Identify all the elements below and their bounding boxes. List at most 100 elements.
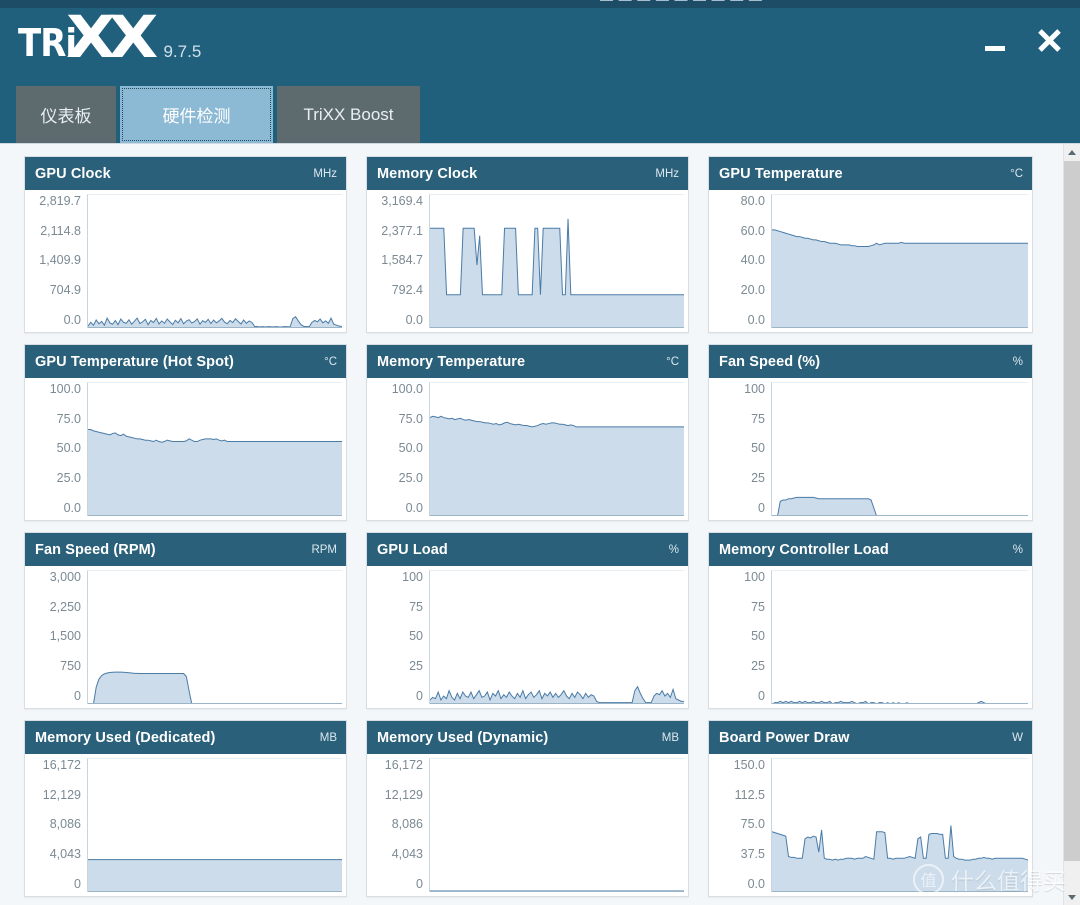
logo-text-xx: XX <box>66 3 158 71</box>
chart-panel-header: Memory Used (Dynamic) MB <box>367 721 688 754</box>
chart-y-axis: 100 75 50 25 0 <box>367 570 429 704</box>
chart-plot-area <box>87 194 342 328</box>
y-axis-tick: 75.0 <box>740 817 765 832</box>
y-axis-tick: 0.0 <box>747 876 765 891</box>
chart-title: GPU Clock <box>35 165 111 182</box>
chart-unit-label: % <box>1012 543 1023 556</box>
chart-title: Memory Controller Load <box>719 541 889 558</box>
chart-unit-label: MB <box>661 731 679 744</box>
chart-svg <box>772 571 1028 704</box>
scroll-up-button[interactable] <box>1064 144 1080 161</box>
y-axis-tick: 2,377.1 <box>381 223 423 238</box>
chart-area-fill <box>430 416 684 516</box>
chart-unit-label: °C <box>1010 167 1023 180</box>
y-axis-tick: 75.0 <box>56 411 81 426</box>
chart-area-fill <box>772 497 1028 516</box>
y-axis-tick: 112.5 <box>734 787 765 802</box>
y-axis-tick: 1,584.7 <box>381 253 423 268</box>
y-axis-tick: 0 <box>74 688 81 703</box>
chart-panel-body: 3,169.4 2,377.1 1,584.7 792.4 0.0 <box>367 190 688 332</box>
app-version-label: 9.7.5 <box>163 42 202 61</box>
chart-unit-label: RPM <box>311 543 337 556</box>
tab-2[interactable]: TriXX Boost <box>277 86 420 143</box>
tab-1[interactable]: 硬件检测 <box>120 86 273 143</box>
y-axis-tick: 792.4 <box>391 282 423 297</box>
chart-unit-label: MB <box>319 731 337 744</box>
chart-panel: GPU Clock MHz 2,819.7 2,114.8 1,409.9 704.9 0.… <box>24 156 347 333</box>
chart-plot-area <box>429 382 684 516</box>
chart-y-axis: 3,169.4 2,377.1 1,584.7 792.4 0.0 <box>367 194 429 328</box>
chart-panel-body: 100 75 50 25 0 <box>709 378 1032 520</box>
chart-title: GPU Temperature (Hot Spot) <box>35 353 234 370</box>
chart-svg <box>88 571 342 704</box>
y-axis-tick: 50.0 <box>398 441 423 456</box>
y-axis-tick: 75 <box>751 411 765 426</box>
content-scrollbar[interactable] <box>1063 144 1080 905</box>
chart-panel-header: GPU Temperature (Hot Spot) °C <box>25 345 346 378</box>
chart-panel-body: 16,172 12,129 8,086 4,043 0 <box>367 754 688 896</box>
y-axis-tick: 100 <box>744 570 765 584</box>
y-axis-tick: 12,129 <box>384 787 423 802</box>
y-axis-tick: 0 <box>74 876 81 891</box>
chart-svg <box>430 383 684 516</box>
up-arrow-icon <box>1068 150 1076 155</box>
chart-panel: Memory Temperature °C 100.0 75.0 50.0 25.0 0.0 <box>366 344 689 521</box>
chart-title: Memory Clock <box>377 165 478 182</box>
title-bar: TRi XX 9.7.5 <box>0 8 1080 86</box>
chart-y-axis: 16,172 12,129 8,086 4,043 0 <box>25 758 87 892</box>
close-icon <box>1036 28 1062 54</box>
chart-unit-label: °C <box>666 355 679 368</box>
chart-grid: GPU Clock MHz 2,819.7 2,114.8 1,409.9 704.9 0.… <box>0 144 1048 897</box>
y-axis-tick: 50 <box>751 629 765 644</box>
chart-y-axis: 100 75 50 25 0 <box>709 382 771 516</box>
chart-plot-area <box>771 758 1028 892</box>
y-axis-tick: 75 <box>409 599 423 614</box>
y-axis-tick: 100.0 <box>49 382 81 396</box>
y-axis-tick: 0 <box>758 688 765 703</box>
chart-panel: Fan Speed (%)% 100 75 50 25 0 <box>708 344 1033 521</box>
y-axis-tick: 25.0 <box>398 470 423 485</box>
chart-panel: Memory Used (Dedicated) MB 16,172 12,129 8,0… <box>24 720 347 897</box>
chart-y-axis: 16,172 12,129 8,086 4,043 0 <box>367 758 429 892</box>
y-axis-tick: 3,169.4 <box>381 194 423 208</box>
chart-plot-area <box>87 570 342 704</box>
down-arrow-icon <box>1068 895 1076 900</box>
chart-panel: GPU Temperature °C 80.0 60.0 40.0 20.0 0.0 <box>708 156 1033 333</box>
chart-area-fill <box>772 229 1028 328</box>
y-axis-tick: 25.0 <box>56 470 81 485</box>
chart-panel: Board Power Draw W 150.0 112.5 75.0 37.5 0.0 <box>708 720 1033 897</box>
chart-panel-header: Memory Used (Dedicated) MB <box>25 721 346 754</box>
chart-title: Board Power Draw <box>719 729 850 746</box>
close-button[interactable] <box>1032 24 1066 58</box>
chart-unit-label: °C <box>324 355 337 368</box>
y-axis-tick: 50 <box>409 629 423 644</box>
hardware-monitor-content: GPU Clock MHz 2,819.7 2,114.8 1,409.9 704.9 0.… <box>0 143 1080 905</box>
y-axis-tick: 8,086 <box>391 817 423 832</box>
chart-y-axis: 3,000 2,250 1,500 750 0 <box>25 570 87 704</box>
y-axis-tick: 50 <box>751 441 765 456</box>
minimize-icon <box>985 45 1005 51</box>
clipped-top-strip: — — — — — — — — — <box>0 0 1080 8</box>
chart-unit-label: W <box>1012 731 1023 744</box>
tab-0[interactable]: 仪表板 <box>16 86 116 143</box>
scrollbar-thumb[interactable] <box>1064 161 1080 861</box>
y-axis-tick: 0.0 <box>747 312 765 327</box>
y-axis-tick: 100.0 <box>391 382 423 396</box>
minimize-button[interactable] <box>978 24 1012 58</box>
scroll-down-button[interactable] <box>1064 889 1080 905</box>
clipped-top-text: — — — — — — — — — <box>600 0 763 7</box>
y-axis-tick: 1,409.9 <box>39 253 81 268</box>
chart-panel: Memory Used (Dynamic) MB 16,172 12,129 8,086… <box>366 720 689 897</box>
chart-area-fill <box>430 218 684 328</box>
trixx-window: — — — — — — — — — TRi XX 9.7.5 仪表板 硬件检测 Tr… <box>0 0 1080 905</box>
chart-panel-body: 150.0 112.5 75.0 37.5 0.0 <box>709 754 1032 896</box>
chart-panel-header: Board Power Draw W <box>709 721 1032 754</box>
chart-panel-body: 2,819.7 2,114.8 1,409.9 704.9 0.0 <box>25 190 346 332</box>
app-logo: TRi XX 9.7.5 <box>18 3 202 71</box>
chart-y-axis: 2,819.7 2,114.8 1,409.9 704.9 0.0 <box>25 194 87 328</box>
y-axis-tick: 1,500 <box>49 629 81 644</box>
y-axis-tick: 4,043 <box>49 846 81 861</box>
chart-panel-header: GPU Clock MHz <box>25 157 346 190</box>
chart-y-axis: 80.0 60.0 40.0 20.0 0.0 <box>709 194 771 328</box>
chart-unit-label: MHz <box>655 167 679 180</box>
